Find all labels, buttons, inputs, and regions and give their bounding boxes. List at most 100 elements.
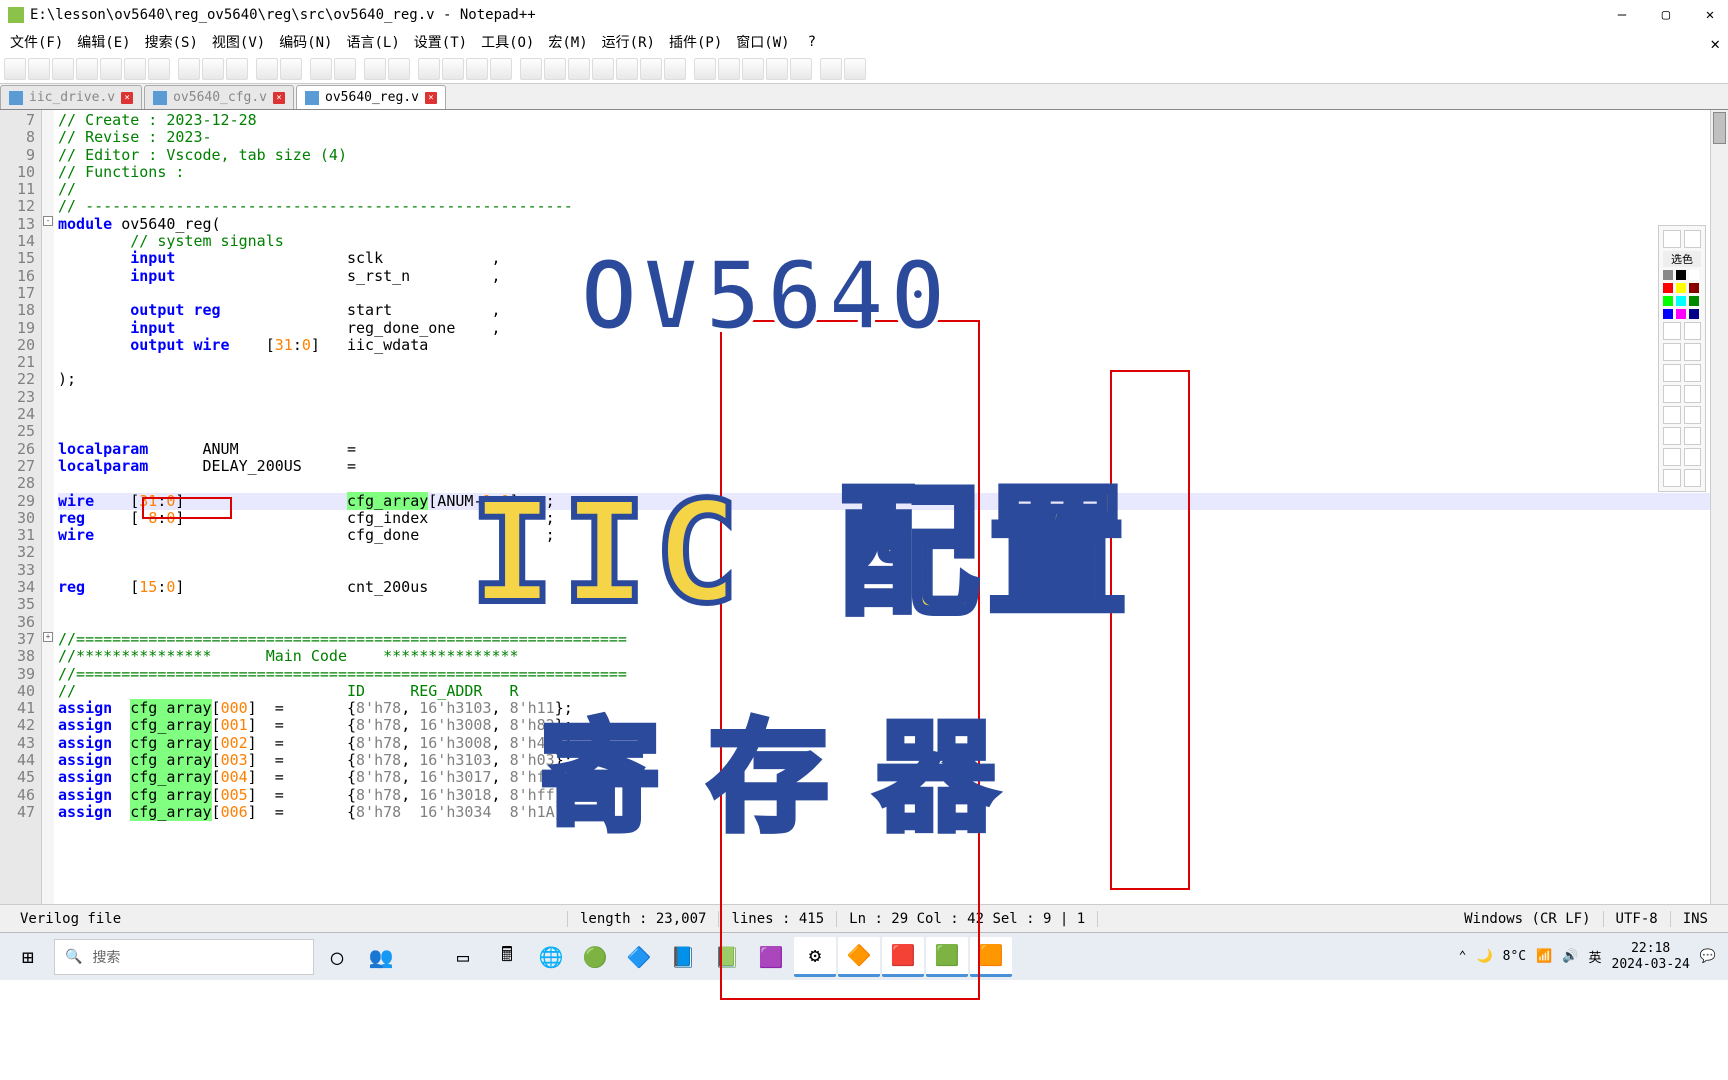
sp-tool-6[interactable] xyxy=(1684,364,1702,382)
zoom-in-button[interactable] xyxy=(364,58,386,80)
start-button[interactable]: ⊞ xyxy=(4,937,52,977)
scroll-thumb[interactable] xyxy=(1713,112,1726,144)
chrome-icon[interactable]: 🟢 xyxy=(574,937,616,977)
minimize-button[interactable]: — xyxy=(1612,5,1632,25)
color-swatch[interactable] xyxy=(1663,309,1673,319)
color-swatch[interactable] xyxy=(1689,283,1699,293)
vertical-scrollbar[interactable] xyxy=(1710,110,1728,904)
menu-window[interactable]: 窗口(W) xyxy=(730,30,795,54)
menu-settings[interactable]: 设置(T) xyxy=(408,30,473,54)
new-file-button[interactable] xyxy=(4,58,26,80)
close-all-files-button[interactable] xyxy=(124,58,146,80)
vscode-icon[interactable]: 🔷 xyxy=(618,937,660,977)
tray-icon[interactable]: 📶 xyxy=(1536,949,1552,964)
close-all-button[interactable]: ✕ xyxy=(1710,34,1720,53)
weather-icon[interactable]: 🌙 xyxy=(1476,949,1492,964)
tb-extra-2[interactable] xyxy=(844,58,866,80)
color-swatch[interactable] xyxy=(1689,270,1699,280)
color-swatch[interactable] xyxy=(1663,296,1673,306)
doc-list-button[interactable] xyxy=(592,58,614,80)
menu-encoding[interactable]: 编码(N) xyxy=(273,30,338,54)
sp-eyedrop-icon[interactable] xyxy=(1684,230,1702,248)
sp-tool-10[interactable] xyxy=(1684,406,1702,424)
save-all-button[interactable] xyxy=(76,58,98,80)
volume-icon[interactable]: 🔊 xyxy=(1562,949,1578,964)
show-all-chars-button[interactable] xyxy=(490,58,512,80)
zoom-out-button[interactable] xyxy=(388,58,410,80)
ime-icon[interactable]: 英 xyxy=(1589,947,1602,966)
sp-tool-1[interactable] xyxy=(1663,322,1681,340)
sp-tool-14[interactable] xyxy=(1684,448,1702,466)
doc-map-button[interactable] xyxy=(568,58,590,80)
color-swatch[interactable] xyxy=(1676,296,1686,306)
fold-plus-icon[interactable]: + xyxy=(43,632,53,642)
stop-macro-button[interactable] xyxy=(718,58,740,80)
tab-close-icon[interactable]: × xyxy=(121,92,133,104)
sp-tool-8[interactable] xyxy=(1684,385,1702,403)
menu-plugins[interactable]: 插件(P) xyxy=(663,30,728,54)
tab-ov5640-reg[interactable]: ov5640_reg.v × xyxy=(296,85,446,109)
menu-help[interactable]: ? xyxy=(802,32,822,52)
replace-button[interactable] xyxy=(334,58,356,80)
sync-h-button[interactable] xyxy=(442,58,464,80)
sp-tool-4[interactable] xyxy=(1684,343,1702,361)
sp-tool-16[interactable] xyxy=(1684,469,1702,487)
menu-run[interactable]: 运行(R) xyxy=(596,30,661,54)
redo-button[interactable] xyxy=(280,58,302,80)
menu-file[interactable]: 文件(F) xyxy=(4,30,69,54)
menu-macro[interactable]: 宏(M) xyxy=(542,30,593,54)
sp-tool-13[interactable] xyxy=(1663,448,1681,466)
tab-ov5640-cfg[interactable]: ov5640_cfg.v × xyxy=(144,85,294,109)
sp-tool-11[interactable] xyxy=(1663,427,1681,445)
color-swatch[interactable] xyxy=(1663,283,1673,293)
open-file-button[interactable] xyxy=(28,58,50,80)
color-swatch[interactable] xyxy=(1676,309,1686,319)
cut-button[interactable] xyxy=(178,58,200,80)
calculator-icon[interactable]: 🖩 xyxy=(486,937,528,977)
menu-tools[interactable]: 工具(O) xyxy=(475,30,540,54)
color-swatch[interactable] xyxy=(1676,283,1686,293)
system-tray[interactable]: ⌃ 🌙 8°C 📶 🔊 英 22:18 2024-03-24 💬 xyxy=(1451,941,1724,972)
sp-picker-icon[interactable] xyxy=(1663,230,1681,248)
paste-button[interactable] xyxy=(226,58,248,80)
color-swatch[interactable] xyxy=(1676,270,1686,280)
find-button[interactable] xyxy=(310,58,332,80)
menu-edit[interactable]: 编辑(E) xyxy=(71,30,136,54)
close-button[interactable]: ✕ xyxy=(1700,5,1720,25)
color-picker-panel[interactable]: 选色 xyxy=(1658,225,1706,492)
color-swatch[interactable] xyxy=(1663,270,1673,280)
word-wrap-button[interactable] xyxy=(466,58,488,80)
monitor-button[interactable] xyxy=(664,58,686,80)
menu-search[interactable]: 搜索(S) xyxy=(139,30,204,54)
sp-tool-3[interactable] xyxy=(1663,343,1681,361)
func-list-button[interactable] xyxy=(616,58,638,80)
menu-view[interactable]: 视图(V) xyxy=(206,30,271,54)
print-button[interactable] xyxy=(148,58,170,80)
play-macro-button[interactable] xyxy=(742,58,764,80)
maximize-button[interactable]: ▢ xyxy=(1656,5,1676,25)
save-button[interactable] xyxy=(52,58,74,80)
fold-minus-icon[interactable]: - xyxy=(43,216,53,226)
cortana-icon[interactable]: ◯ xyxy=(316,937,358,977)
editor[interactable]: 7891011121314151617181920212223242526272… xyxy=(0,110,1728,904)
tray-chevron-icon[interactable]: ⌃ xyxy=(1459,949,1467,964)
record-macro-button[interactable] xyxy=(694,58,716,80)
notification-icon[interactable]: 💬 xyxy=(1700,949,1716,964)
sp-tool-12[interactable] xyxy=(1684,427,1702,445)
sync-v-button[interactable] xyxy=(418,58,440,80)
copy-button[interactable] xyxy=(202,58,224,80)
save-macro-button[interactable] xyxy=(790,58,812,80)
menu-language[interactable]: 语言(L) xyxy=(340,30,405,54)
indent-guide-button[interactable] xyxy=(520,58,542,80)
task-view-icon[interactable]: ▭ xyxy=(442,937,484,977)
sp-tool-5[interactable] xyxy=(1663,364,1681,382)
undo-button[interactable] xyxy=(256,58,278,80)
clock[interactable]: 22:18 2024-03-24 xyxy=(1612,941,1690,972)
color-swatch[interactable] xyxy=(1689,309,1699,319)
user-lang-button[interactable] xyxy=(544,58,566,80)
people-icon[interactable]: 👥 xyxy=(360,937,402,977)
sp-tool-2[interactable] xyxy=(1684,322,1702,340)
sp-tool-7[interactable] xyxy=(1663,385,1681,403)
sp-tool-9[interactable] xyxy=(1663,406,1681,424)
sp-tool-15[interactable] xyxy=(1663,469,1681,487)
